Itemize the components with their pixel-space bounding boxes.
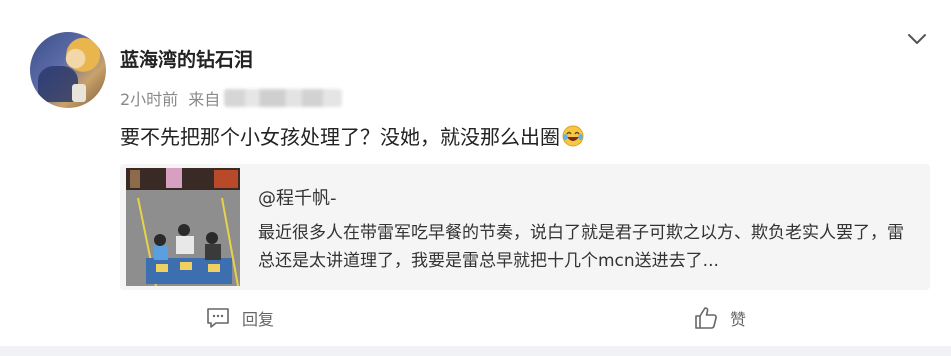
comment-text: 要不先把那个小女孩处理了？没她，就没那么出圈	[120, 125, 560, 149]
reply-button[interactable]: 回复	[206, 306, 274, 330]
comment-icon	[207, 308, 229, 328]
comment-body: 要不先把那个小女孩处理了？没她，就没那么出圈	[120, 121, 584, 150]
quoted-post[interactable]: @程千帆- 最近很多人在带雷军吃早餐的节奏，说白了就是君子可欺之以方、欺负老实人…	[120, 164, 930, 290]
avatar[interactable]	[30, 32, 106, 108]
like-button[interactable]: 赞	[694, 306, 746, 330]
comment-meta: 2小时前 来自	[120, 86, 343, 110]
timestamp: 2小时前	[120, 90, 179, 109]
avatar-cup	[72, 84, 86, 102]
like-label: 赞	[730, 310, 747, 329]
reply-label: 回复	[242, 310, 275, 329]
comment-card: 蓝海湾的钻石泪 2小时前 来自 要不先把那个小女孩处理了？没她，就没那么出圈 @…	[0, 0, 951, 346]
quoted-username[interactable]: @程千帆-	[258, 184, 337, 210]
username[interactable]: 蓝海湾的钻石泪	[120, 45, 253, 72]
quoted-text: 最近很多人在带雷军吃早餐的节奏，说白了就是君子可欺之以方、欺负老实人罢了，雷总还…	[258, 223, 904, 271]
chevron-down-icon[interactable]	[906, 28, 928, 50]
section-divider	[0, 346, 951, 356]
thumbs-up-icon	[695, 307, 717, 329]
laugh-cry-emoji-icon	[562, 125, 584, 146]
blurred-source	[224, 89, 343, 107]
source-prefix: 来自	[188, 90, 221, 109]
quoted-post-thumbnail[interactable]	[126, 168, 240, 286]
